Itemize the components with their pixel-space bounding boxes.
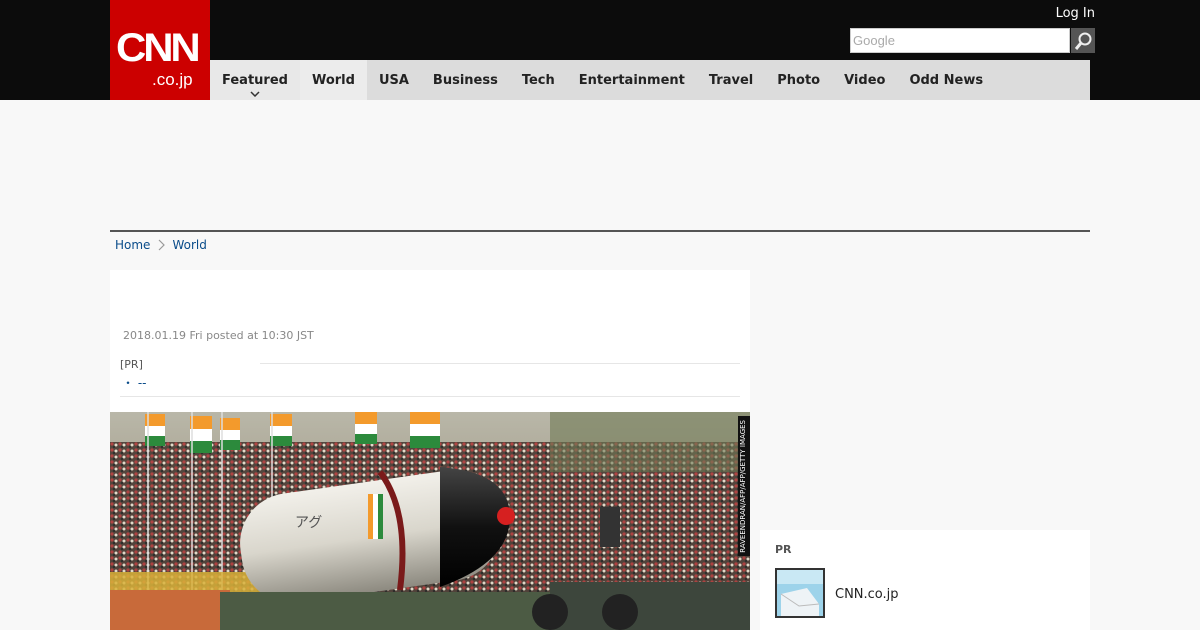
article-photo: アグ RAVEENDRAN/AFP/AFP/GETTY IMAGES bbox=[110, 412, 750, 630]
pr-divider-top bbox=[260, 363, 740, 364]
missile-parade-image: アグ bbox=[110, 412, 750, 630]
photo-credit: RAVEENDRAN/AFP/AFP/GETTY IMAGES bbox=[738, 416, 750, 556]
sidebar-pr-box: PR CNN.co.jp bbox=[760, 530, 1090, 630]
nav-odd-news[interactable]: Odd News bbox=[897, 60, 995, 100]
login-link[interactable]: Log In bbox=[1056, 6, 1095, 21]
nav-tech[interactable]: Tech bbox=[510, 60, 567, 100]
pr-divider-bottom bbox=[120, 396, 740, 397]
nav-photo[interactable]: Photo bbox=[765, 60, 832, 100]
nav-travel[interactable]: Travel bbox=[697, 60, 765, 100]
pr-label: [PR] bbox=[120, 358, 143, 371]
sidebar-pr-title: PR bbox=[775, 543, 792, 556]
pr-link-item[interactable]: ・ -- bbox=[122, 374, 147, 391]
pr-bullet: ・ bbox=[122, 376, 135, 390]
envelope-icon bbox=[777, 570, 823, 616]
search-button[interactable] bbox=[1071, 28, 1095, 53]
search-icon bbox=[1074, 32, 1092, 50]
search-input[interactable]: Google bbox=[850, 28, 1070, 53]
logo-sub-text: .co.jp bbox=[152, 70, 193, 89]
photo-credit-text: RAVEENDRAN/AFP/AFP/GETTY IMAGES bbox=[739, 420, 747, 553]
breadcrumb: Home World bbox=[115, 238, 207, 252]
svg-text:アグ: アグ bbox=[295, 515, 322, 531]
pr-thumbnail[interactable] bbox=[775, 568, 825, 618]
nav-entertainment[interactable]: Entertainment bbox=[567, 60, 697, 100]
nav-business[interactable]: Business bbox=[421, 60, 510, 100]
nav-featured-label: Featured bbox=[222, 72, 288, 88]
nav-usa[interactable]: USA bbox=[367, 60, 421, 100]
breadcrumb-world[interactable]: World bbox=[172, 238, 206, 252]
logo-main-text: CNN bbox=[116, 26, 201, 70]
article-card: 2018.01.19 Fri posted at 10:30 JST [PR] … bbox=[110, 270, 750, 630]
breadcrumb-home[interactable]: Home bbox=[115, 238, 150, 252]
nav-featured[interactable]: Featured bbox=[210, 60, 300, 100]
article-date: 2018.01.19 Fri posted at 10:30 JST bbox=[123, 329, 314, 342]
pr-link[interactable]: -- bbox=[138, 376, 147, 390]
chevron-right-icon bbox=[159, 239, 166, 251]
nav-world[interactable]: World bbox=[299, 60, 367, 100]
chevron-down-icon bbox=[250, 91, 260, 97]
section-divider bbox=[110, 230, 1090, 232]
main-nav: Featured World USA Business Tech Enterta… bbox=[210, 60, 1090, 100]
nav-video[interactable]: Video bbox=[832, 60, 897, 100]
cnn-logo[interactable]: CNN .co.jp bbox=[110, 0, 210, 100]
pr-item-label[interactable]: CNN.co.jp bbox=[835, 587, 899, 602]
